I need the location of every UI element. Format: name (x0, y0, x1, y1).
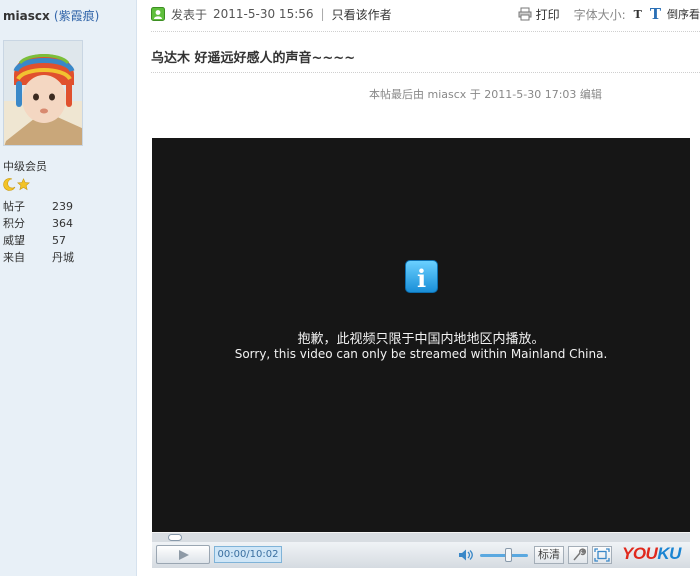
stat-value: 239 (52, 200, 73, 213)
font-large-button[interactable]: T (650, 5, 661, 23)
author-only-link[interactable]: 只看该作者 (332, 6, 392, 23)
info-icon: i (405, 260, 438, 293)
font-size-label: 字体大小: (573, 7, 626, 22)
stat-posts: 帖子 239 (3, 198, 103, 215)
stat-location: 来自 丹城 (3, 249, 103, 266)
moon-icon (3, 178, 16, 191)
font-small-button[interactable]: T (634, 8, 642, 21)
online-status-icon (151, 7, 165, 21)
settings-button[interactable] (568, 546, 588, 564)
wrench-icon (573, 548, 586, 561)
video-player[interactable]: i 抱歉，此视频只限于中国内地地区内播放。 Sorry, this video … (152, 138, 690, 568)
stat-value: 57 (52, 234, 66, 247)
username-text[interactable]: miascx (3, 9, 50, 23)
divider (151, 72, 700, 73)
separator: | (320, 7, 325, 21)
youku-logo[interactable]: YOUKU (622, 544, 681, 564)
stat-value: 364 (52, 217, 73, 230)
rank-icons (3, 178, 30, 191)
volume-track[interactable] (480, 554, 528, 557)
star-icon (17, 178, 30, 191)
region-message-en: Sorry, this video can only be streamed w… (234, 347, 608, 361)
user-nickname: (紫霞痕) (53, 9, 100, 23)
edit-note: 本帖最后由 miascx 于 2011-5-30 17:03 编辑 (369, 88, 602, 101)
progress-handle[interactable] (168, 534, 182, 541)
user-stats: 帖子 239 积分 364 威望 57 来自 丹城 (3, 198, 103, 266)
post-title: 乌达木 好遥远好感人的声音~~~~ (151, 51, 356, 66)
post-tools: 打印 字体大小: T T 倒序看 (518, 4, 700, 24)
post-header: 发表于 2011-5-30 15:56 | 只看该作者 打印 字体大小: T T… (151, 4, 700, 24)
info-glyph: i (416, 264, 427, 293)
posted-label: 发表于 (171, 7, 208, 22)
avatar-image (4, 41, 82, 145)
player-controls: 00:00/10:02 标清 YOUKU (152, 542, 690, 568)
username[interactable]: miascx (紫霞痕) (3, 7, 99, 24)
volume-icon[interactable] (458, 548, 474, 562)
play-button[interactable] (156, 545, 210, 564)
divider (151, 31, 700, 32)
fullscreen-icon (594, 548, 610, 562)
time-display: 00:00/10:02 (214, 546, 282, 563)
youku-logo-red: YOU (622, 544, 658, 563)
fullscreen-button[interactable] (592, 546, 612, 564)
avatar[interactable] (3, 40, 83, 146)
posted-time: 2011-5-30 15:56 (213, 7, 314, 21)
quality-button[interactable]: 标清 (534, 546, 564, 564)
printer-icon (518, 7, 532, 21)
volume-handle[interactable] (505, 548, 512, 562)
user-panel: miascx (紫霞痕) 中级会员 帖子 239 积分 364 威望 57 来自… (0, 0, 137, 576)
stat-points: 积分 364 (3, 215, 103, 232)
stat-label: 积分 (3, 217, 25, 230)
progress-bar[interactable] (152, 532, 690, 542)
stat-label: 来自 (3, 251, 25, 264)
user-rank: 中级会员 (3, 160, 47, 173)
stat-label: 帖子 (3, 200, 25, 213)
stat-value: 丹城 (52, 251, 74, 264)
stat-label: 威望 (3, 234, 25, 247)
reverse-order-link[interactable]: 倒序看 (667, 6, 700, 22)
print-label: 打印 (535, 7, 560, 22)
stat-prestige: 威望 57 (3, 232, 103, 249)
region-message-cn: 抱歉，此视频只限于中国内地地区内播放。 (297, 332, 545, 347)
print-button[interactable]: 打印 (518, 6, 560, 23)
youku-logo-blue: KU (657, 544, 681, 563)
